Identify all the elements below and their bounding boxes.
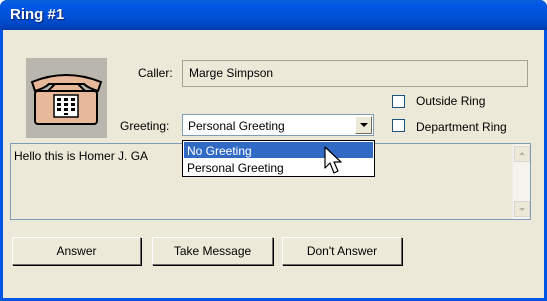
scroll-down-icon[interactable] [514, 201, 530, 217]
greeting-selected-value: Personal Greeting [188, 119, 285, 133]
title-bar[interactable]: Ring #1 [0, 0, 547, 30]
vertical-scrollbar[interactable] [512, 144, 530, 219]
department-ring-label: Department Ring [416, 120, 507, 134]
scroll-up-icon[interactable] [514, 146, 530, 162]
outside-ring-checkbox[interactable] [392, 95, 405, 108]
caller-value: Marge Simpson [189, 66, 274, 80]
chevron-down-icon[interactable] [355, 116, 372, 134]
message-text: Hello this is Homer J. GA [14, 149, 149, 163]
window-title: Ring #1 [10, 6, 65, 23]
take-message-button[interactable]: Take Message [152, 237, 273, 265]
department-ring-checkbox[interactable] [392, 119, 405, 132]
greeting-label: Greeting: [120, 119, 170, 133]
greeting-dropdown-list: No Greeting Personal Greeting [182, 140, 375, 177]
greeting-select[interactable]: Personal Greeting [182, 114, 374, 136]
outside-ring-label: Outside Ring [416, 94, 486, 108]
caller-label: Caller: [138, 66, 173, 80]
dont-answer-button[interactable]: Don't Answer [282, 237, 402, 265]
caller-field: Marge Simpson [182, 60, 528, 87]
ring-dialog-window: Ring #1 Caller: Marge Simpson Greeting: … [0, 0, 547, 301]
mouse-pointer-icon [324, 146, 342, 174]
telephone-icon [26, 58, 107, 138]
answer-button[interactable]: Answer [12, 237, 141, 265]
